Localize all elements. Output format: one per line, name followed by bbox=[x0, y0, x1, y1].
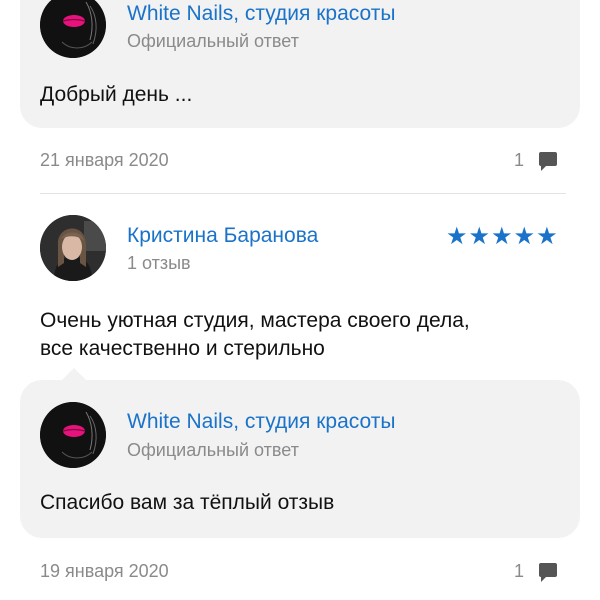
divider bbox=[40, 193, 566, 194]
reply-role-label: Официальный ответ bbox=[127, 440, 299, 460]
review-date: 19 января 2020 bbox=[40, 561, 169, 581]
comment-icon[interactable] bbox=[537, 151, 559, 173]
reply-text: Спасибо вам за тёплый отзыв bbox=[40, 491, 335, 514]
review-date: 21 января 2020 bbox=[40, 150, 169, 170]
reply-role-label: Официальный ответ bbox=[127, 31, 299, 51]
reply-author-name[interactable]: White Nails, студия красоты bbox=[127, 2, 395, 26]
studio-logo-avatar[interactable] bbox=[40, 402, 106, 468]
reply-author-name[interactable]: White Nails, студия красоты bbox=[127, 410, 395, 434]
user-avatar[interactable] bbox=[40, 215, 106, 281]
reply-text: Добрый день ... bbox=[40, 83, 193, 106]
bubble-tail bbox=[62, 368, 86, 380]
author-reviews-count[interactable]: 1 отзыв bbox=[127, 253, 191, 274]
review-text-line-2: все качественно и стерильно bbox=[40, 337, 325, 360]
review-author-name[interactable]: Кристина Баранова bbox=[127, 224, 318, 248]
lips-logo-icon bbox=[40, 402, 106, 468]
comment-icon[interactable] bbox=[537, 562, 559, 584]
comments-count[interactable]: 1 bbox=[514, 150, 524, 171]
comments-count[interactable]: 1 bbox=[514, 561, 524, 582]
rating-stars: ★★★★★ bbox=[446, 223, 559, 250]
user-photo bbox=[40, 215, 106, 281]
